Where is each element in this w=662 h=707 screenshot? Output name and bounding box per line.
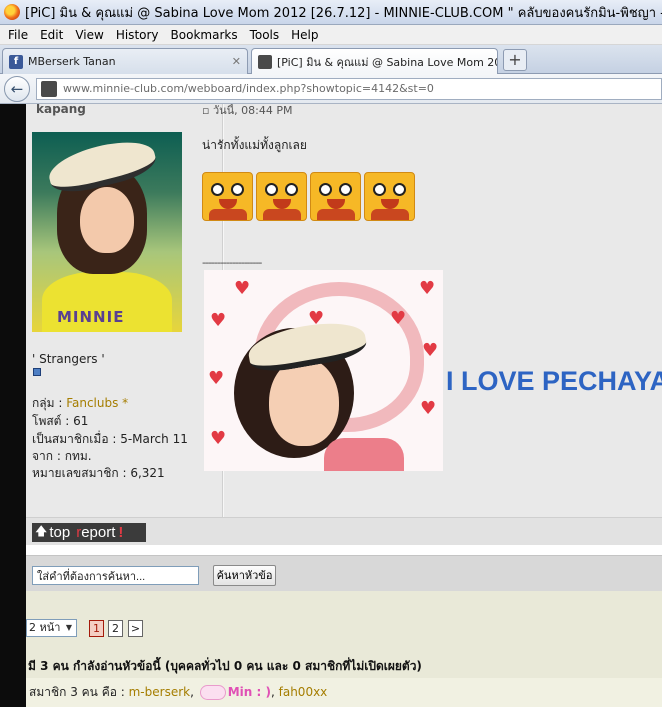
- info-posts: โพสต์ : 61: [32, 414, 89, 428]
- heart-icon: ♥: [422, 340, 439, 361]
- photo-bow: [324, 438, 404, 471]
- report-link[interactable]: eport: [81, 524, 115, 541]
- member-link[interactable]: fah00xx: [279, 685, 328, 699]
- emoticon-icon: [310, 172, 361, 221]
- tab-label: MBerserk Tanan: [28, 55, 116, 68]
- menu-edit[interactable]: Edit: [34, 28, 69, 42]
- url-text: www.minnie-club.com/webboard/index.php?s…: [63, 82, 434, 95]
- post-username[interactable]: kapang: [36, 104, 86, 116]
- back-button[interactable]: ←: [4, 75, 30, 102]
- user-avatar: MINNIE: [32, 132, 182, 332]
- menu-history[interactable]: History: [110, 28, 165, 42]
- page-link-2[interactable]: 2: [108, 620, 123, 637]
- arrow-up-icon: 🡅: [35, 524, 48, 538]
- member-group-title: ' Strangers ': [32, 352, 105, 366]
- heart-icon: ♥: [390, 308, 407, 329]
- search-topic-button[interactable]: ค้นหาหัวข้อ: [213, 565, 276, 586]
- heart-icon: ♥: [210, 310, 227, 331]
- heart-icon: ♥: [420, 398, 437, 419]
- left-background-strip: [0, 104, 26, 707]
- navigation-bar: ← www.minnie-club.com/webboard/index.php…: [0, 74, 662, 104]
- heart-icon: ♥: [208, 368, 225, 389]
- love-caption: I LOVE PECHAYA: [446, 366, 662, 396]
- post-block: kapang ▫ วันนี้, 08:44 PM MINNIE ' Stran…: [26, 104, 662, 544]
- search-input[interactable]: [32, 566, 199, 585]
- emoticon-icon: [256, 172, 307, 221]
- chevron-down-icon: ▼: [65, 623, 73, 632]
- menu-bookmarks[interactable]: Bookmarks: [165, 28, 244, 42]
- avatar-face: [80, 187, 134, 253]
- post-time-text: วันนี้, 08:44 PM: [212, 104, 293, 117]
- site-icon: [258, 55, 272, 69]
- emoticon-row: [202, 172, 415, 221]
- post-footer: 🡅 top r eport!: [26, 517, 662, 545]
- online-members: สมาชิก 3 คน คือ : m-berserk, Min : ), fa…: [26, 678, 662, 707]
- tab-minnie-club[interactable]: [PiC] มิน & คุณแม่ @ Sabina Love Mom 20.…: [251, 48, 498, 75]
- photo-face: [269, 358, 339, 446]
- site-icon: [41, 80, 57, 97]
- avatar-signature: MINNIE: [57, 308, 125, 326]
- heart-icon: ♥: [210, 428, 227, 449]
- top-report-button[interactable]: 🡅 top r eport!: [32, 523, 146, 542]
- group-link[interactable]: Fanclubs *: [66, 396, 128, 410]
- menu-view[interactable]: View: [69, 28, 109, 42]
- emoticon-icon: [202, 172, 253, 221]
- firefox-logo-icon: [4, 4, 20, 20]
- next-page-link[interactable]: >: [128, 620, 143, 637]
- page-content: kapang ▫ วันนี้, 08:44 PM MINNIE ' Stran…: [0, 104, 662, 707]
- emoticon-icon: [364, 172, 415, 221]
- tab-label: [PiC] มิน & คุณแม่ @ Sabina Love Mom 20.…: [277, 56, 498, 69]
- url-bar[interactable]: www.minnie-club.com/webboard/index.php?s…: [36, 77, 662, 100]
- top-link[interactable]: top: [49, 524, 70, 541]
- facebook-icon: f: [9, 54, 23, 69]
- info-group: กลุ่ม : Fanclubs *: [32, 396, 129, 410]
- menu-help[interactable]: Help: [285, 28, 324, 42]
- heart-icon: ♥: [419, 278, 436, 299]
- close-icon[interactable]: ✕: [226, 55, 241, 68]
- post-time-icon: ▫: [202, 104, 210, 117]
- back-arrow-icon: ←: [10, 79, 24, 98]
- tab-strip: f MBerserk Tanan ✕ [PiC] มิน & คุณแม่ @ …: [0, 45, 662, 75]
- rank-icon: [33, 368, 41, 376]
- info-member-number: หมายเลขสมาชิก : 6,321: [32, 466, 165, 480]
- menu-tools[interactable]: Tools: [244, 28, 286, 42]
- member-link[interactable]: Min : ): [228, 685, 271, 699]
- window-title: [PiC] มิน & คุณแม่ @ Sabina Love Mom 201…: [25, 5, 662, 21]
- cloud-icon: [199, 685, 226, 700]
- member-link[interactable]: m-berserk: [129, 685, 190, 699]
- page-link-1[interactable]: 1: [89, 620, 104, 637]
- new-tab-button[interactable]: +: [503, 49, 527, 71]
- menu-file[interactable]: File: [2, 28, 34, 42]
- post-time: ▫ วันนี้, 08:44 PM: [202, 104, 293, 119]
- love-photo: ♥ ♥ ♥ ♥ ♥ ♥ ♥ ♥ ♥: [204, 270, 443, 471]
- online-summary: มี 3 คน กำลังอ่านหัวข้อนี้ (บุคคลทั่วไป …: [28, 659, 422, 673]
- heart-icon: ♥: [234, 278, 251, 299]
- post-divider-text: --------------------: [202, 256, 262, 269]
- search-bar: ค้นหาหัวข้อ: [26, 555, 662, 591]
- separator: [26, 545, 662, 555]
- post-message: น่ารักทั้งแม่ทั้งลูกเลย: [202, 138, 307, 152]
- page-count-select[interactable]: 2 หน้า ▼: [26, 619, 77, 637]
- window-titlebar: [PiC] มิน & คุณแม่ @ Sabina Love Mom 201…: [0, 0, 662, 25]
- menu-bar: File Edit View History Bookmarks Tools H…: [0, 25, 662, 45]
- tab-mberserk[interactable]: f MBerserk Tanan ✕: [2, 48, 248, 74]
